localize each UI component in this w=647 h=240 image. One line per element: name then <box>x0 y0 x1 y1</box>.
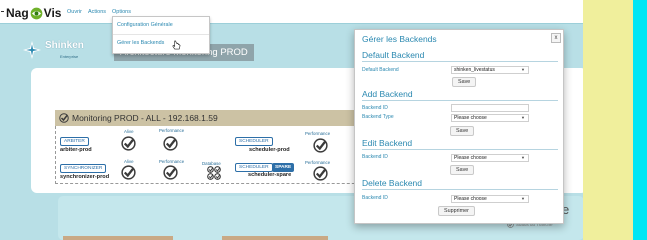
service-type-synchronizer: SYNCHRONIZER <box>60 164 107 173</box>
section-edit-backend: Edit Backend <box>362 138 558 150</box>
menu-options[interactable]: Options <box>112 9 131 15</box>
add-backend-type-label: Backend Type <box>362 114 394 120</box>
col-label-performance: Performance <box>159 128 185 133</box>
service-name-scheduler-spare[interactable]: scheduler-spare <box>248 172 291 178</box>
col-label-alive: Alive <box>124 129 134 134</box>
dropdown-arrow-icon: ▼ <box>521 196 525 201</box>
performance-status-icon[interactable] <box>313 166 328 181</box>
close-button[interactable]: x <box>551 33 561 43</box>
logo-text-right: Vis <box>43 6 62 20</box>
section-delete-backend: Delete Backend <box>362 178 558 190</box>
default-backend-label: Default Backend <box>362 67 399 73</box>
performance-status-icon[interactable] <box>163 136 178 151</box>
shinken-brand-name: Shinken <box>45 40 84 51</box>
service-type-scheduler-spare: SCHEDULER <box>235 163 273 172</box>
logo-dash <box>1 11 4 12</box>
top-menu-bar: Nag Vis Ouvrir Actions Options <box>0 0 591 24</box>
nagvis-logo[interactable]: Nag Vis <box>6 5 61 21</box>
edit-backend-id-label: Backend ID <box>362 154 388 160</box>
section-default-backend: Default Backend <box>362 50 558 62</box>
manage-backends-dialog: Gérer les Backends x Default Backend Def… <box>354 29 564 224</box>
eye-logo-icon <box>30 7 43 19</box>
service-name-synchronizer[interactable]: synchronizer-prod <box>60 174 109 180</box>
save-add-backend-button[interactable]: Save <box>450 126 475 136</box>
bottom-bar <box>63 236 173 240</box>
spare-badge: SPARE <box>272 163 295 172</box>
menu-item-configuration[interactable]: Configuration Générale <box>113 17 209 34</box>
service-type-scheduler: SCHEDULER <box>235 137 273 146</box>
group-title: Monitoring PROD - ALL - 192.168.1.59 <box>72 113 218 123</box>
alive-status-icon[interactable] <box>121 136 136 151</box>
default-backend-select[interactable]: shinken_livestatus ▼ <box>451 66 529 74</box>
dialog-title: Gérer les Backends <box>362 34 437 44</box>
menu-item-manage-backends[interactable]: Gérer les Backends <box>113 34 209 51</box>
delete-backend-select[interactable]: Please choose ▼ <box>451 195 529 203</box>
add-backend-id-input[interactable] <box>451 104 529 112</box>
default-backend-value: shinken_livestatus <box>454 67 495 73</box>
options-dropdown: Configuration Générale Gérer les Backend… <box>112 16 210 54</box>
menu-actions[interactable]: Actions <box>88 9 106 15</box>
edit-backend-select[interactable]: Please choose ▼ <box>451 154 529 162</box>
nagvis-app: Nag Vis Ouvrir Actions Options Shinken E… <box>0 0 591 240</box>
col-label-performance: Performance <box>305 160 331 165</box>
dropdown-arrow-icon: ▼ <box>521 115 525 120</box>
delete-backend-id-label: Backend ID <box>362 195 388 201</box>
add-backend-type-value: Please choose <box>454 115 487 121</box>
group-header[interactable]: Monitoring PROD - ALL - 192.168.1.59 <box>55 110 385 126</box>
bottom-bar <box>222 236 328 240</box>
hand-cursor-icon <box>172 40 181 50</box>
save-edit-backend-button[interactable]: Save <box>450 165 475 175</box>
side-panel <box>583 0 633 240</box>
shinken-brand-subtitle: Enterprise <box>60 54 79 59</box>
save-default-backend-button[interactable]: Save <box>452 77 477 87</box>
section-add-backend: Add Backend <box>362 89 558 101</box>
service-type-arbiter: ARBITER <box>60 137 89 146</box>
performance-status-icon[interactable] <box>163 165 178 180</box>
service-name-arbiter[interactable]: arbiter-prod <box>60 147 92 153</box>
service-name-scheduler[interactable]: scheduler-prod <box>249 147 290 153</box>
main-menu: Ouvrir Actions Options <box>67 9 131 15</box>
dropdown-arrow-icon: ▼ <box>521 67 525 72</box>
delete-backend-button[interactable]: Supprimer <box>438 206 475 216</box>
performance-status-icon[interactable] <box>313 138 328 153</box>
dropdown-arrow-icon: ▼ <box>521 155 525 160</box>
col-label-alive: Alive <box>124 159 134 164</box>
database-status-icon[interactable] <box>207 166 221 180</box>
col-label-performance: Performance <box>305 131 331 136</box>
menu-ouvrir[interactable]: Ouvrir <box>67 9 82 15</box>
delete-backend-value: Please choose <box>454 196 487 202</box>
col-label-performance: Performance <box>159 159 185 164</box>
add-backend-id-label: Backend ID <box>362 105 388 111</box>
ok-check-icon <box>59 113 69 123</box>
alive-status-icon[interactable] <box>121 165 136 180</box>
logo-text-left: Nag <box>6 6 29 20</box>
add-backend-type-select[interactable]: Please choose ▼ <box>451 114 529 122</box>
edit-backend-value: Please choose <box>454 155 487 161</box>
shinken-logo-icon <box>22 40 42 60</box>
